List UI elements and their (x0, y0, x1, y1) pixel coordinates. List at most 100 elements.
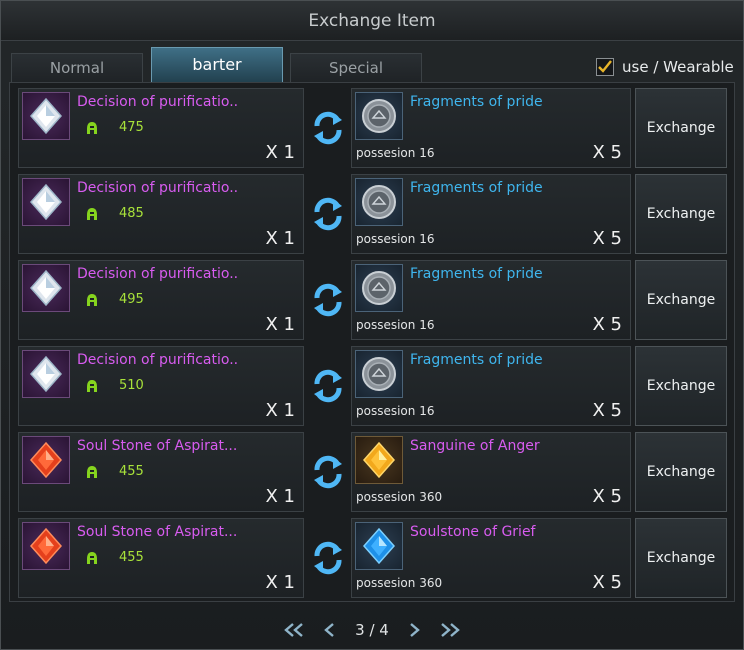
offered-item-cell[interactable]: Decision of purificatio.. 485 X 1 (18, 174, 304, 254)
swap-indicator (311, 454, 345, 490)
offered-quantity: X 1 (265, 400, 295, 421)
wearable-label: use / Wearable (622, 58, 734, 76)
cost-item-name: Fragments of pride (410, 180, 543, 196)
possession-count: possesion 16 (356, 404, 435, 418)
item-level-value: 495 (119, 292, 144, 307)
helmet-icon (87, 121, 97, 134)
exchange-button[interactable]: Exchange (635, 518, 727, 598)
white-crystal-icon (22, 178, 70, 226)
stone-coin-icon (355, 350, 403, 398)
exchange-list: Decision of purificatio.. 475 X 1 Fragments… (9, 82, 735, 602)
swap-arrows-icon (314, 455, 342, 489)
cost-item-cell[interactable]: Fragments of pride possesion 16 X 5 (351, 174, 631, 254)
next-page-button[interactable] (403, 622, 425, 638)
wearable-filter: use / Wearable (596, 55, 734, 79)
possession-count: possesion 16 (356, 232, 435, 246)
pagination: 3 / 4 (9, 613, 735, 647)
offered-item-cell[interactable]: Decision of purificatio.. 475 X 1 (18, 88, 304, 168)
offered-item-name: Decision of purificatio.. (77, 352, 239, 368)
exchange-row: Soul Stone of Aspirat... 455 X 1 Soulstone … (15, 518, 731, 598)
double-chevron-right-icon (441, 623, 460, 637)
tab-normal[interactable]: Normal (11, 53, 143, 82)
offered-quantity: X 1 (265, 486, 295, 507)
cost-item-cell[interactable]: Fragments of pride possesion 16 X 5 (351, 346, 631, 426)
offered-item-cell[interactable]: Decision of purificatio.. 495 X 1 (18, 260, 304, 340)
helmet-icon (87, 379, 97, 392)
item-level-value: 485 (119, 206, 144, 221)
offered-item-cell[interactable]: Soul Stone of Aspirat... 455 X 1 (18, 518, 304, 598)
item-level-value: 510 (119, 378, 144, 393)
cost-quantity: X 5 (592, 142, 622, 163)
cost-item-cell[interactable]: Fragments of pride possesion 16 X 5 (351, 88, 631, 168)
cost-quantity: X 5 (592, 314, 622, 335)
possession-count: possesion 360 (356, 490, 443, 504)
offered-quantity: X 1 (265, 228, 295, 249)
cost-item-cell[interactable]: Sanguine of Anger possesion 360 X 5 (351, 432, 631, 512)
item-level: 455 (85, 464, 144, 479)
yellow-gem-icon (355, 436, 403, 484)
offered-item-name: Soul Stone of Aspirat... (77, 438, 238, 454)
tab-special[interactable]: Special (290, 53, 422, 82)
swap-arrows-icon (314, 197, 342, 231)
swap-arrows-icon (314, 283, 342, 317)
helmet-icon (87, 465, 97, 478)
prev-page-button[interactable] (319, 622, 341, 638)
item-level-value: 455 (119, 550, 144, 565)
swap-arrows-icon (314, 369, 342, 403)
offered-quantity: X 1 (265, 572, 295, 593)
exchange-row: Decision of purificatio.. 510 X 1 Fragments… (15, 346, 731, 426)
chevron-left-icon (324, 623, 334, 637)
cost-quantity: X 5 (592, 400, 622, 421)
swap-indicator (311, 368, 345, 404)
exchange-button[interactable]: Exchange (635, 174, 727, 254)
cost-item-name: Sanguine of Anger (410, 438, 540, 454)
checkmark-icon (598, 60, 612, 73)
swap-indicator (311, 540, 345, 576)
cost-item-name: Fragments of pride (410, 94, 543, 110)
double-chevron-left-icon (284, 623, 303, 637)
possession-count: possesion 16 (356, 318, 435, 332)
exchange-row: Decision of purificatio.. 485 X 1 Fragments… (15, 174, 731, 254)
swap-indicator (311, 196, 345, 232)
helmet-icon (87, 551, 97, 564)
exchange-row: Soul Stone of Aspirat... 455 X 1 Sanguine o… (15, 432, 731, 512)
cost-quantity: X 5 (592, 486, 622, 507)
helmet-icon (87, 207, 97, 220)
wearable-checkbox[interactable] (596, 58, 614, 76)
exchange-row: Decision of purificatio.. 475 X 1 Fragments… (15, 88, 731, 168)
offered-item-name: Soul Stone of Aspirat... (77, 524, 238, 540)
exchange-button[interactable]: Exchange (635, 346, 727, 426)
swap-indicator (311, 282, 345, 318)
swap-indicator (311, 110, 345, 146)
offered-item-cell[interactable]: Soul Stone of Aspirat... 455 X 1 (18, 432, 304, 512)
helmet-icon (87, 293, 97, 306)
red-gem-icon (22, 436, 70, 484)
exchange-window: Exchange Item Normal barter Special use … (0, 0, 744, 650)
exchange-row: Decision of purificatio.. 495 X 1 Fragments… (15, 260, 731, 340)
white-crystal-icon (22, 92, 70, 140)
cost-quantity: X 5 (592, 572, 622, 593)
offered-item-name: Decision of purificatio.. (77, 94, 239, 110)
window-title: Exchange Item (1, 1, 743, 41)
item-level: 495 (85, 292, 144, 307)
cost-quantity: X 5 (592, 228, 622, 249)
white-crystal-icon (22, 350, 70, 398)
exchange-button[interactable]: Exchange (635, 88, 727, 168)
chevron-right-icon (410, 623, 420, 637)
exchange-button[interactable]: Exchange (635, 260, 727, 340)
offered-item-cell[interactable]: Decision of purificatio.. 510 X 1 (18, 346, 304, 426)
cost-item-cell[interactable]: Soulstone of Grief possesion 360 X 5 (351, 518, 631, 598)
tab-barter[interactable]: barter (151, 47, 283, 82)
stone-coin-icon (355, 264, 403, 312)
item-level: 485 (85, 206, 144, 221)
offered-quantity: X 1 (265, 142, 295, 163)
exchange-button[interactable]: Exchange (635, 432, 727, 512)
item-level-value: 475 (119, 120, 144, 135)
offered-quantity: X 1 (265, 314, 295, 335)
last-page-button[interactable] (439, 622, 461, 638)
page-indicator: 3 / 4 (355, 621, 389, 639)
cost-item-cell[interactable]: Fragments of pride possesion 16 X 5 (351, 260, 631, 340)
first-page-button[interactable] (283, 622, 305, 638)
swap-arrows-icon (314, 541, 342, 575)
item-level: 455 (85, 550, 144, 565)
